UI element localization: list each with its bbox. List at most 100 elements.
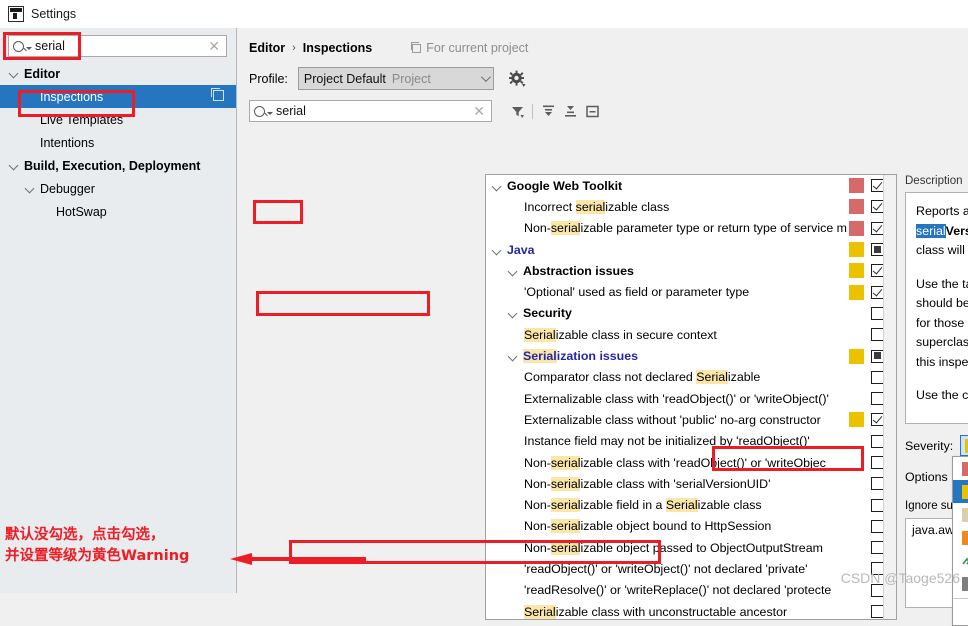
severity-menu-item[interactable]: Warning [953,480,968,503]
sidebar-item-label: Build, Execution, Deployment [24,158,201,173]
expand-all-icon[interactable] [537,101,559,121]
severity-swatch [849,455,864,470]
tree-row[interactable]: Abstraction issues [486,260,896,281]
severity-swatch [849,519,864,534]
sidebar-item-editor[interactable]: Editor [0,62,236,85]
search-icon [254,105,265,117]
inspection-search-value: serial [276,104,306,118]
description-text: Reports any Serializable classes which d… [905,192,968,424]
sidebar-item-inspections[interactable]: Inspections [0,85,236,108]
tree-row-label: Externalizable class without 'public' no… [524,412,821,427]
tree-row[interactable]: Serialization issues [486,345,896,366]
tree-row[interactable]: Externalizable class with 'readObject()'… [486,388,896,409]
tree-row-label: Non-serializable class with 'serialVersi… [524,476,771,491]
sidebar-item-live-templates[interactable]: Live Templates [0,108,236,131]
collapse-all-icon[interactable] [559,101,581,121]
breadcrumb-separator: › [292,42,296,54]
sidebar-item-hotswap[interactable]: HotSwap [0,200,236,223]
severity-dropdown-menu[interactable]: ErrorWarningWeak WarningServer ProblemTy… [952,456,968,626]
settings-search-input[interactable]: serial ✕ [8,35,227,57]
severity-swatch [849,178,864,194]
severity-swatch [849,540,864,555]
search-icon [13,40,24,52]
tree-row[interactable]: 'Optional' used as field or parameter ty… [486,281,896,302]
sidebar-item-build-execution-deployment[interactable]: Build, Execution, Deployment [0,154,236,177]
severity-swatch [849,434,864,449]
breadcrumb-current: Inspections [302,41,373,55]
tree-row[interactable]: Java [486,239,896,260]
copy-icon[interactable] [211,88,224,101]
tree-row[interactable]: Non-serializable object passed to Object… [486,537,896,558]
tree-row[interactable]: Non-serializable object bound to HttpSes… [486,516,896,537]
chevron-down-icon[interactable] [8,67,21,80]
tree-row[interactable]: Serializable class in secure context [486,324,896,345]
tree-scrollbar[interactable] [883,175,896,619]
edit-severities-menu-item[interactable]: Edit severities... [953,602,968,625]
severity-swatch [849,370,864,385]
chevron-down-icon[interactable] [508,265,520,277]
severity-color-swatch [962,461,968,476]
group-by-icon[interactable] [581,101,603,121]
chevron-down-icon[interactable] [24,182,37,195]
inspection-search-input[interactable]: serial ✕ [249,100,492,122]
tree-row-label: Google Web Toolkit [507,178,623,193]
description-panel: Description Reports any Serializable cla… [905,175,968,428]
tree-row[interactable]: Non-serializable field in a Serializable… [486,494,896,515]
tree-row[interactable]: 'readObject()' or 'writeObject()' not de… [486,558,896,579]
sidebar-item-label: Debugger [40,181,95,196]
profile-select[interactable]: Project Default Project [297,67,494,90]
breadcrumb-parent[interactable]: Editor [249,41,285,55]
clear-icon[interactable]: ✕ [208,39,222,53]
inspections-page: Editor › Inspections For current project… [237,28,968,626]
tree-row[interactable]: Comparator class not declared Serializab… [486,367,896,388]
severity-menu-item[interactable]: Server Problem [953,526,968,549]
severity-menu-item[interactable]: Weak Warning [953,503,968,526]
severity-swatch [849,327,864,342]
toolbar-divider [532,103,533,119]
chevron-down-icon[interactable] [492,180,504,192]
tree-row[interactable]: Serializable class with unconstructable … [486,601,896,619]
gear-icon[interactable] [508,70,526,88]
tree-row[interactable]: Non-serializable class with 'serialVersi… [486,473,896,494]
tree-row-label: Security [523,306,572,321]
chevron-down-icon[interactable] [508,307,520,319]
tree-row[interactable]: Google Web Toolkit [486,175,896,196]
sidebar-item-debugger[interactable]: Debugger [0,177,236,200]
chevron-down-icon[interactable] [492,244,504,256]
tree-row-label: 'readResolve()' or 'writeReplace()' not … [524,583,832,598]
tree-row-label: Java [507,242,535,257]
sidebar-search-row: serial ✕ [0,28,236,62]
inspection-tree[interactable]: Google Web Toolkit Incorrect serializable… [485,174,897,620]
annotation-arrow-icon [230,553,366,565]
settings-sidebar: serial ✕ Editor Inspections Live Templates… [0,28,237,593]
description-legend: Description [905,175,968,187]
menu-divider [953,598,968,599]
tree-row-label: 'readObject()' or 'writeObject()' not de… [524,561,808,576]
tree-row[interactable]: Non-serializable parameter type or retur… [486,218,896,239]
tree-row[interactable]: 'readResolve()' or 'writeReplace()' not … [486,580,896,601]
severity-swatch [849,391,864,406]
profile-row: Profile: Project Default Project [237,55,968,90]
severity-select[interactable]: Warning [960,435,968,456]
typo-icon [962,554,968,568]
sidebar-item-intentions[interactable]: Intentions [0,131,236,154]
severity-swatch [849,199,864,215]
severity-color-swatch [962,484,968,499]
tree-row-label: 'Optional' used as field or parameter ty… [524,285,750,300]
severity-menu-item[interactable]: Error [953,457,968,480]
sidebar-item-label: HotSwap [56,204,107,219]
tree-row[interactable]: Externalizable class without 'public' no… [486,409,896,430]
filter-icon[interactable] [506,101,528,121]
chevron-down-icon[interactable] [508,350,520,362]
clear-icon[interactable]: ✕ [473,104,487,118]
window-title-bar: Settings [0,0,968,28]
chevron-down-icon[interactable] [8,159,21,172]
tree-row-label: Non-serializable object bound to HttpSes… [524,519,772,534]
inspection-toolbar [506,101,603,121]
tree-row[interactable]: Security [486,303,896,324]
severity-menu-item[interactable]: Typo [953,549,968,572]
severity-swatch [849,242,864,258]
tree-row[interactable]: Incorrect serializable class [486,196,896,217]
tree-row[interactable]: Non-serializable class with 'readObject(… [486,452,896,473]
tree-row[interactable]: Instance field may not be initialized by… [486,431,896,452]
